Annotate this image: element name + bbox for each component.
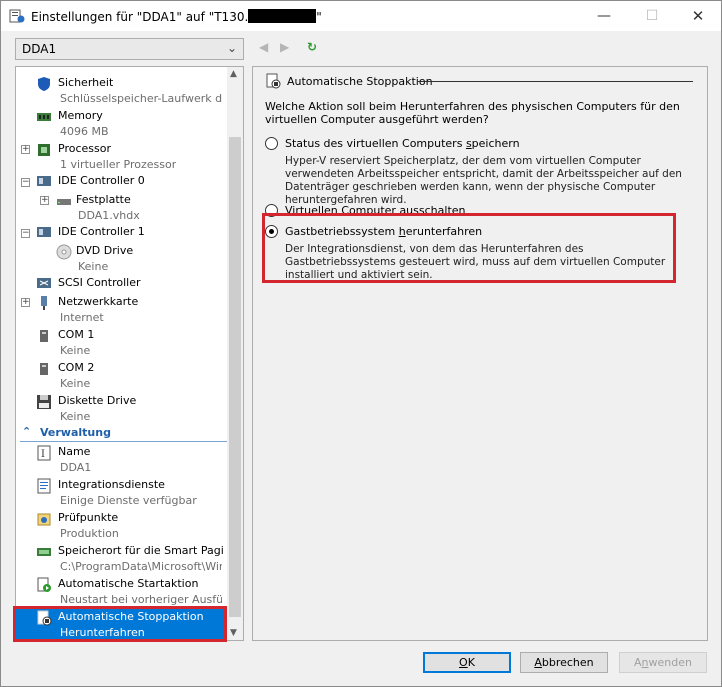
disk-icon [57,199,71,205]
name-icon: I [37,445,51,461]
close-button[interactable]: ✕ [675,1,721,31]
com-port-icon [40,330,48,342]
tree-item-diskette-drive[interactable]: Diskette Drive Keine [16,391,227,424]
collapse-section-icon[interactable]: ⌃ [22,425,31,438]
cancel-button[interactable]: Abbrechen [520,652,608,673]
option-highlight-box [262,213,676,283]
tree-item-com1[interactable]: COM 1 Keine [16,325,227,358]
tree-item-memory[interactable]: Memory 4096 MB [16,106,227,139]
ok-button[interactable]: OK [423,652,511,673]
collapse-icon[interactable]: − [21,229,30,238]
expand-icon[interactable]: + [21,298,30,307]
stop-action-icon [266,73,281,89]
scrollbar-thumb[interactable] [229,137,241,617]
controller-icon [37,227,51,237]
forward-button[interactable]: ▶ [280,40,289,54]
refresh-button[interactable]: ↻ [307,40,317,54]
hyperv-settings-icon [9,9,25,23]
settings-window: Einstellungen für "DDA1" auf "T130. " — ☐… [0,0,722,687]
maximize-button[interactable]: ☐ [629,1,675,31]
tree-item-ide-controller-0[interactable]: − IDE Controller 0 [16,172,227,190]
vm-selector-dropdown[interactable]: DDA1 ⌄ [15,38,244,60]
dvd-icon [56,244,72,260]
radio-save-state[interactable] [265,137,278,150]
tree-item-ide-controller-1[interactable]: − IDE Controller 1 [16,223,227,241]
tree-item-processor[interactable]: + Processor 1 virtueller Prozessor [16,139,227,172]
tree-item-hard-disk[interactable]: + Festplatte DDA1.vhdx [16,190,227,223]
checkpoint-icon [37,513,51,526]
svg-text:I: I [41,449,45,460]
tree-item-dvd-drive[interactable]: DVD Drive Keine [16,241,227,274]
tree-item-security[interactable]: Sicherheit Schlüsselspeicher-Laufwerk de… [16,73,227,106]
scsi-icon [37,278,51,288]
processor-icon [38,144,50,156]
selection-highlight-box [13,606,227,642]
tree-item-checkpoints[interactable]: Prüfpunkte Produktion [16,508,227,541]
option-save-state-label[interactable]: Status des virtuellen Computers speicher… [285,137,520,150]
title-bar: Einstellungen für "DDA1" auf "T130. " — ☐… [1,1,721,31]
option-save-state-description: Hyper-V reserviert Speicherplatz, der de… [285,155,682,206]
settings-tree: Sicherheit Schlüsselspeicher-Laufwerk de… [15,66,244,641]
chevron-down-icon: ⌄ [226,41,237,55]
back-button[interactable]: ◀ [259,40,268,54]
header-divider [418,81,693,82]
vm-selector-value: DDA1 [22,42,57,56]
floppy-icon [37,395,51,409]
tree-item-smart-paging[interactable]: Speicherort für die Smart Pagin... C:\Pr… [16,541,227,574]
com-port-icon [40,363,48,375]
shield-icon [38,77,50,91]
scroll-down-arrow[interactable]: ▼ [230,628,237,638]
tree-item-network-adapter[interactable]: + Netzwerkkarte Internet [16,292,227,325]
tree-scrollbar[interactable]: ▲ ▼ [227,67,243,640]
collapse-icon[interactable]: − [21,178,30,187]
panel-question: Welche Aktion soll beim Herunterfahren d… [265,100,680,126]
section-management[interactable]: ⌃ Verwaltung [16,424,227,442]
controller-icon [37,176,51,186]
memory-icon [37,113,51,121]
minimize-button[interactable]: — [581,1,627,31]
expand-icon[interactable]: + [21,145,30,154]
tree-item-scsi-controller[interactable]: SCSI Controller [16,274,227,292]
integration-icon [37,478,51,494]
redacted-block [248,9,317,23]
expand-icon[interactable]: + [40,196,49,205]
tree-item-name[interactable]: I Name DDA1 [16,442,227,475]
tree-item-integration-services[interactable]: Integrationsdienste Einige Dienste verfü… [16,475,227,508]
smart-paging-icon [37,548,51,556]
tree-item-auto-start[interactable]: Automatische Startaktion Neustart bei vo… [16,574,227,607]
start-action-icon [37,577,51,592]
panel-title: Automatische Stoppaktion [287,75,433,88]
network-icon [41,296,47,310]
apply-button[interactable]: Anwenden [619,652,707,673]
scroll-up-arrow[interactable]: ▲ [230,69,237,79]
window-title: Einstellungen für "DDA1" auf "T130. " [31,9,322,24]
tree-item-com2[interactable]: COM 2 Keine [16,358,227,391]
settings-panel: Automatische Stoppaktion Welche Aktion s… [252,66,708,641]
